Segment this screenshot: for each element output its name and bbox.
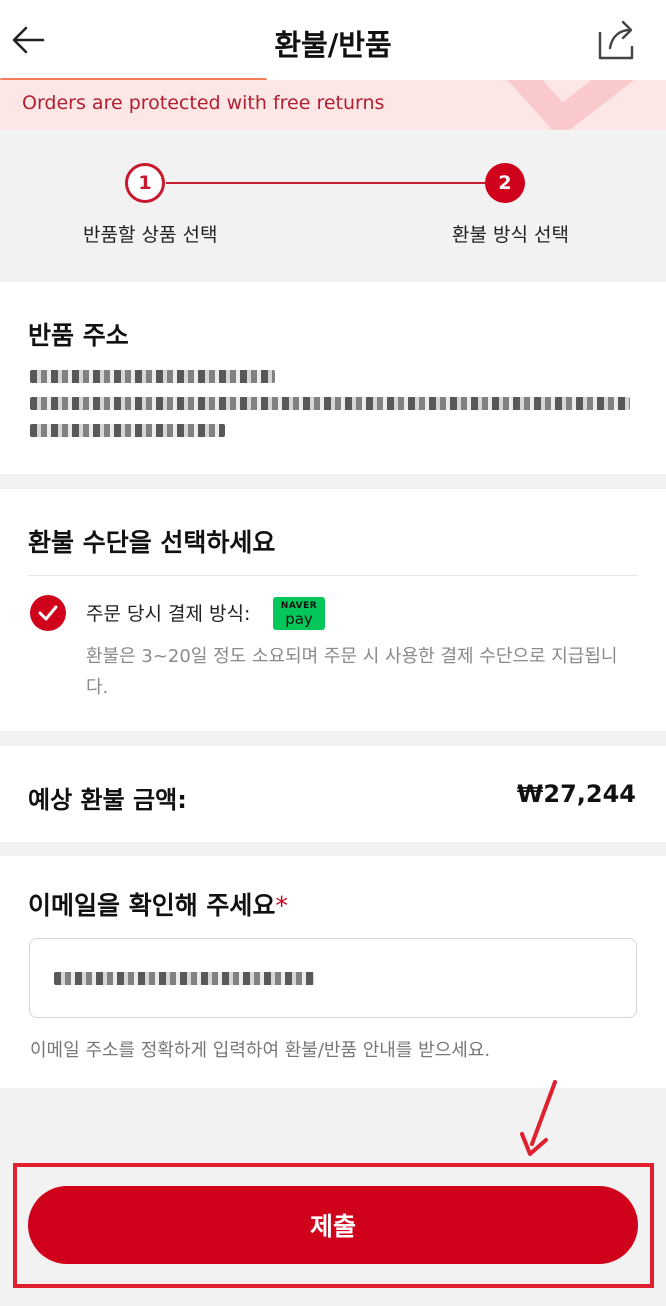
naver-pay-logo: NAVER pay — [273, 597, 325, 630]
section-divider — [28, 575, 638, 576]
step-1-label: 반품할 상품 선택 — [83, 224, 218, 246]
step-indicator: 1 2 반품할 상품 선택 환불 방식 선택 — [0, 130, 666, 282]
email-help-text: 이메일 주소를 정확하게 입력하여 환불/반품 안내를 받으세요. — [30, 1040, 491, 1061]
step-connector — [166, 182, 486, 184]
email-card: 이메일을 확인해 주세요* 이메일 주소를 정확하게 입력하여 환불/반품 안내… — [0, 856, 666, 1088]
step-2-circle: 2 — [485, 163, 525, 203]
redacted-address-line — [30, 424, 225, 437]
email-title: 이메일을 확인해 주세요* — [28, 886, 288, 922]
refund-amount-value: ₩27,244 — [516, 780, 636, 808]
refund-amount-card: 예상 환불 금액: ₩27,244 — [0, 746, 666, 842]
submit-button[interactable]: 제출 — [28, 1186, 638, 1264]
redacted-email-value — [54, 972, 314, 985]
refund-method-card: 환불 수단을 선택하세요 주문 당시 결제 방식: NAVER pay 환불은 … — [0, 489, 666, 731]
email-input[interactable] — [29, 938, 637, 1018]
top-bar: 환불/반품 — [0, 0, 666, 82]
banner-text: Orders are protected with free returns — [22, 92, 385, 114]
page-title: 환불/반품 — [274, 28, 392, 62]
required-mark: * — [275, 891, 288, 920]
naver-pay-logo-bottom: pay — [285, 610, 313, 628]
share-button[interactable] — [596, 18, 638, 62]
email-title-text: 이메일을 확인해 주세요 — [28, 891, 276, 920]
redacted-address-line — [30, 370, 275, 383]
annotation-arrow-icon — [520, 1080, 557, 1156]
step-2-label: 환불 방식 선택 — [452, 224, 569, 246]
refund-method-title: 환불 수단을 선택하세요 — [28, 528, 276, 557]
check-icon — [38, 605, 58, 621]
banner-decoration — [507, 80, 634, 130]
return-address-title: 반품 주소 — [28, 321, 129, 350]
step-1-circle: 1 — [125, 163, 165, 203]
selected-option-check[interactable] — [30, 595, 66, 631]
return-address-card: 반품 주소 — [0, 282, 666, 474]
refund-note: 환불은 3~20일 정도 소요되며 주문 시 사용한 결제 수단으로 지급됩니다… — [86, 646, 618, 698]
redacted-address-line — [30, 397, 630, 410]
refund-amount-label: 예상 환불 금액: — [28, 786, 187, 814]
share-icon — [598, 20, 634, 60]
payment-option-label[interactable]: 주문 당시 결제 방식: — [86, 599, 250, 626]
free-returns-banner: Orders are protected with free returns — [0, 80, 666, 130]
